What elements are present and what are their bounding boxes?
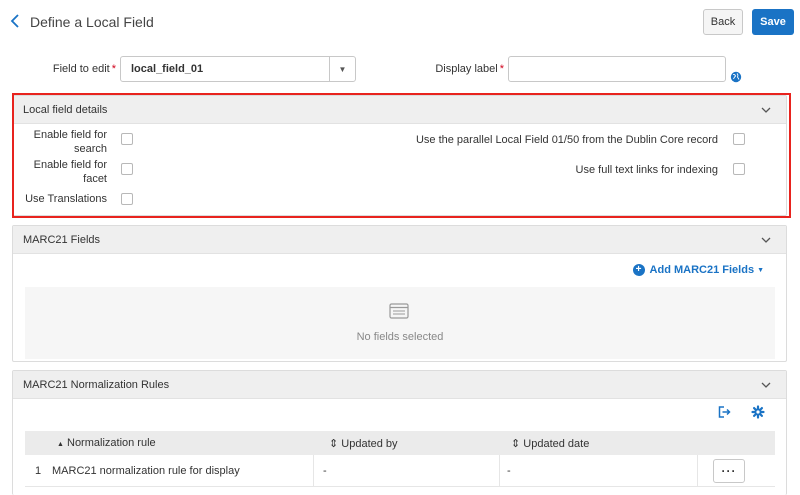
dropdown-arrow-icon[interactable]: ▼ [329, 57, 355, 81]
sort-icon: ⇕ [329, 438, 339, 450]
column-divider [697, 455, 698, 487]
marc21-fields-panel: MARC21 Fields + Add MARC21 Fields ▼ No f… [12, 225, 787, 362]
panel-title: MARC21 Fields [23, 234, 101, 246]
required-marker: * [499, 63, 504, 75]
enable-search-label-line1: Enable field for [33, 129, 107, 141]
updated-by-value: - [323, 465, 327, 477]
full-text-links-checkbox[interactable] [733, 163, 745, 175]
page-title: Define a Local Field [30, 14, 154, 30]
gear-icon[interactable] [751, 405, 765, 419]
column-divider [313, 455, 314, 487]
page-header: Define a Local Field Back Save [0, 0, 800, 44]
column-header-updated-by[interactable]: ⇕ Updated by [329, 437, 398, 450]
empty-state: No fields selected [25, 287, 775, 359]
chevron-down-icon[interactable] [760, 379, 772, 391]
enable-facet-label-line1: Enable field for [33, 159, 107, 171]
column-divider [499, 455, 500, 487]
field-to-edit-label-text: Field to edit [52, 63, 110, 75]
use-parallel-label: Use the parallel Local Field 01/50 from … [415, 134, 718, 146]
rule-name: MARC21 normalization rule for display [52, 465, 240, 477]
row-index: 1 [35, 465, 42, 477]
field-to-edit-label: Field to edit * [40, 63, 116, 75]
add-marc21-fields-button[interactable]: + Add MARC21 Fields ▼ [632, 264, 764, 276]
enable-facet-checkbox[interactable] [121, 163, 133, 175]
column-header-rule-label: Normalization rule [67, 437, 156, 449]
enable-search-checkbox[interactable] [121, 133, 133, 145]
use-translations-checkbox[interactable] [121, 193, 133, 205]
sort-asc-icon: ▲ [57, 441, 64, 448]
back-button[interactable]: Back [703, 9, 743, 35]
local-field-details-panel: Local field details Enable field for sea… [12, 95, 787, 216]
row-more-actions-button[interactable]: ··· [713, 459, 745, 483]
table-header: ▲ Normalization rule ⇕ Updated by ⇕ Upda… [25, 431, 775, 455]
export-icon[interactable] [717, 405, 731, 419]
enable-search-label: Enable field for search [23, 128, 107, 156]
column-header-updated-date-label: Updated date [523, 438, 590, 450]
use-translations-label: Use Translations [25, 193, 107, 205]
save-button[interactable]: Save [752, 9, 794, 35]
normalization-rules-panel: MARC21 Normalization Rules ▲ Normalizati… [12, 370, 787, 495]
chevron-down-icon[interactable] [760, 104, 772, 116]
enable-search-label-line2: search [73, 143, 107, 155]
add-marc21-fields-label: Add MARC21 Fields [649, 264, 755, 276]
field-to-edit-select[interactable]: local_field_01 ▼ [120, 56, 356, 82]
updated-date-value: - [507, 465, 511, 477]
panel-title: Local field details [23, 104, 108, 116]
caret-down-icon: ▼ [757, 266, 764, 274]
column-header-rule[interactable]: ▲ Normalization rule [57, 437, 156, 449]
globe-icon[interactable] [730, 71, 742, 83]
marc21-fields-body: + Add MARC21 Fields ▼ No fields selected [13, 254, 786, 362]
panel-title: MARC21 Normalization Rules [23, 379, 170, 391]
full-text-links-label: Use full text links for indexing [575, 164, 718, 176]
plus-circle-icon: + [632, 264, 645, 276]
use-parallel-checkbox[interactable] [733, 133, 745, 145]
column-header-updated-date[interactable]: ⇕ Updated date [511, 437, 589, 450]
column-header-updated-by-label: Updated by [341, 438, 398, 450]
display-label-label: Display label * [410, 63, 504, 75]
marc21-fields-header[interactable]: MARC21 Fields [13, 226, 786, 254]
table-row[interactable]: 1 MARC21 normalization rule for display … [25, 455, 775, 487]
required-marker: * [111, 63, 116, 75]
chevron-left-icon[interactable] [8, 12, 22, 30]
enable-facet-label: Enable field for facet [23, 158, 107, 186]
normalization-rules-header[interactable]: MARC21 Normalization Rules [13, 371, 786, 399]
field-to-edit-value: local_field_01 [131, 63, 204, 75]
display-label-input[interactable] [508, 56, 726, 82]
enable-facet-label-line2: facet [83, 173, 107, 185]
chevron-down-icon[interactable] [760, 234, 772, 246]
local-field-details-header[interactable]: Local field details [13, 96, 786, 124]
sort-icon: ⇕ [511, 438, 521, 450]
display-label-label-text: Display label [435, 63, 498, 75]
list-icon [389, 303, 409, 319]
empty-text: No fields selected [356, 331, 444, 343]
